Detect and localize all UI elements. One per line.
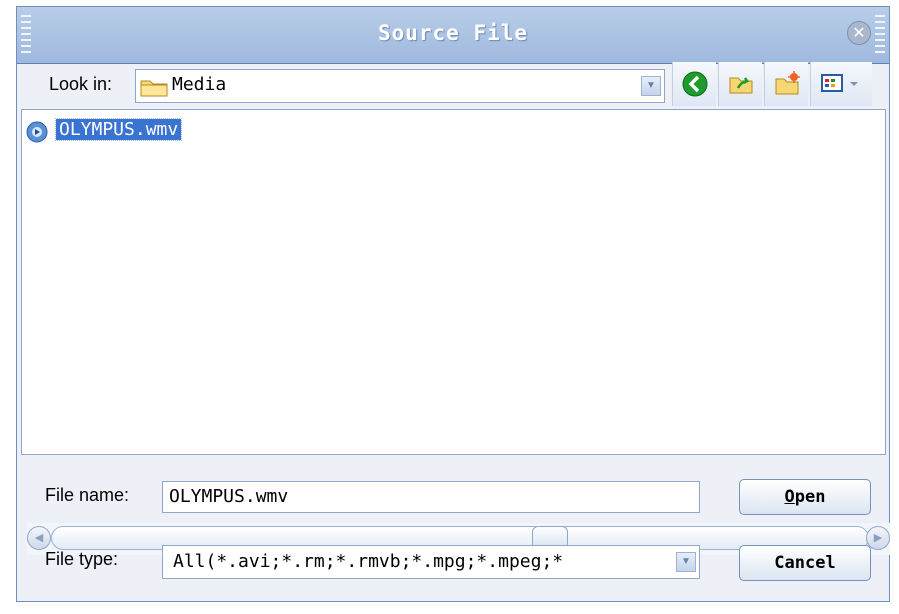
- up-folder-button[interactable]: [718, 62, 762, 106]
- file-name-label: OLYMPUS.wmv: [54, 118, 183, 141]
- open-button[interactable]: Open: [739, 479, 871, 515]
- media-file-icon: [26, 121, 48, 143]
- look-in-dropdown[interactable]: Media ▼: [135, 69, 665, 103]
- file-name-label: File name:: [45, 485, 130, 505]
- file-type-dropdown[interactable]: All(*.avi;*.rm;*.rmvb;*.mpg;*.mpeg;* ▼: [162, 545, 700, 579]
- open-label: pen: [794, 487, 826, 507]
- back-icon: [682, 71, 708, 97]
- view-menu-button[interactable]: [810, 62, 872, 106]
- chevron-down-icon[interactable]: ▼: [641, 76, 661, 96]
- file-list[interactable]: OLYMPUS.wmv ◀ ▶: [21, 109, 890, 555]
- dialog-footer: File name: OLYMPUS.wmv Open File type: A…: [17, 459, 889, 601]
- file-type-label: File type:: [45, 549, 119, 569]
- file-type-value: All(*.avi;*.rm;*.rmvb;*.mpg;*.mpeg;*: [173, 551, 564, 572]
- chevron-down-icon[interactable]: ▼: [676, 552, 696, 572]
- title-bar[interactable]: Source File ✕: [17, 7, 889, 64]
- view-menu-icon: [821, 74, 858, 92]
- close-icon[interactable]: ✕: [847, 21, 871, 45]
- look-in-value: Media: [172, 74, 227, 95]
- cancel-button[interactable]: Cancel: [739, 545, 871, 581]
- up-folder-icon: [729, 77, 753, 94]
- folder-icon: [140, 80, 168, 97]
- dialog-title: Source File: [377, 21, 529, 45]
- new-folder-button[interactable]: [764, 62, 808, 106]
- back-button[interactable]: [672, 62, 716, 106]
- file-name-input[interactable]: OLYMPUS.wmv: [162, 481, 700, 513]
- source-file-dialog: Source File ✕ Look in: Media ▼ OLYMPUS.w…: [16, 6, 890, 602]
- open-access-key: O: [784, 487, 795, 507]
- look-in-label: Look in:: [49, 74, 113, 94]
- new-folder-icon: [775, 71, 800, 95]
- title-grip-right: [875, 15, 885, 53]
